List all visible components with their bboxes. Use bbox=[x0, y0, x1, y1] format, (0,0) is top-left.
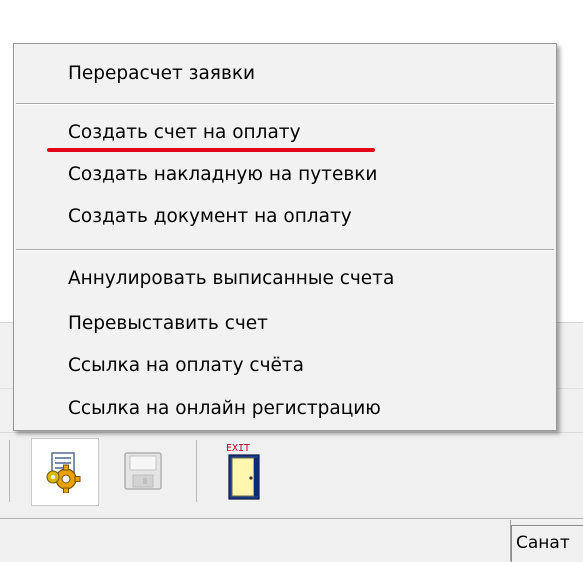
menu-item-create-payment-document[interactable]: Создать документ на оплату bbox=[68, 204, 352, 230]
highlight-underline bbox=[47, 148, 375, 152]
exit-icon-text: EXIT bbox=[226, 443, 250, 454]
menu-item-recalculate-order[interactable]: Перерасчет заявки bbox=[68, 61, 255, 87]
settings-button[interactable] bbox=[31, 438, 99, 506]
toolbar-separator bbox=[9, 440, 10, 502]
settings-gear-icon bbox=[46, 452, 81, 493]
context-menu: Перерасчет заявки Создать счет на оплату… bbox=[13, 43, 557, 431]
exit-button[interactable]: EXIT bbox=[218, 438, 272, 504]
menu-item-create-voucher-waybill[interactable]: Создать накладную на путевки bbox=[68, 162, 377, 188]
toolbar-separator bbox=[196, 440, 197, 502]
menu-separator bbox=[16, 103, 554, 105]
menu-item-create-invoice[interactable]: Создать счет на оплату bbox=[68, 120, 301, 146]
menu-item-cancel-issued-invoices[interactable]: Аннулировать выписанные счета bbox=[68, 266, 394, 292]
status-cell-sanatorium: Санат bbox=[511, 525, 583, 562]
save-disk-icon bbox=[124, 452, 162, 490]
save-button[interactable] bbox=[118, 446, 168, 496]
status-cell bbox=[0, 520, 511, 561]
menu-separator bbox=[16, 249, 554, 251]
menu-item-online-registration-link[interactable]: Ссылка на онлайн регистрацию bbox=[68, 396, 381, 422]
menu-item-reissue-invoice[interactable]: Перевыставить счет bbox=[68, 311, 268, 337]
menu-item-invoice-payment-link[interactable]: Ссылка на оплату счёта bbox=[68, 353, 304, 379]
exit-door-icon: EXIT bbox=[226, 443, 260, 500]
